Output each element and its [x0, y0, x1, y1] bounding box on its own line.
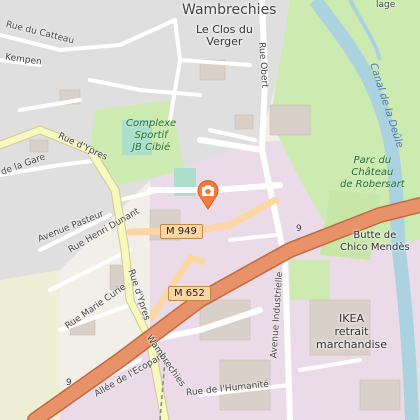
route-number-9-west: 9 — [66, 378, 72, 388]
route-shield-m652: M 652 — [168, 286, 211, 301]
camera-icon — [197, 180, 219, 210]
town-label: Wambrechies — [182, 2, 277, 18]
street-lage: lage — [376, 0, 396, 10]
route-number-9-east: 9 — [296, 224, 302, 234]
map-canvas[interactable]: Wambrechies Le Clos du Verger Complexe S… — [0, 0, 420, 420]
location-marker[interactable] — [196, 180, 220, 214]
green-strip — [290, 260, 330, 300]
route-shield-m949: M 949 — [160, 224, 203, 239]
place-ikea: IKEA retrait marchandise — [316, 312, 388, 351]
place-complexe-sportif: Complexe Sportif JB Cibié — [126, 118, 177, 153]
place-butte-chico: Butte de Chico Mendès — [340, 230, 410, 253]
place-clos-du-verger: Le Clos du Verger — [196, 23, 253, 48]
place-parc-robersart: Parc du Château de Robersart — [340, 155, 405, 190]
